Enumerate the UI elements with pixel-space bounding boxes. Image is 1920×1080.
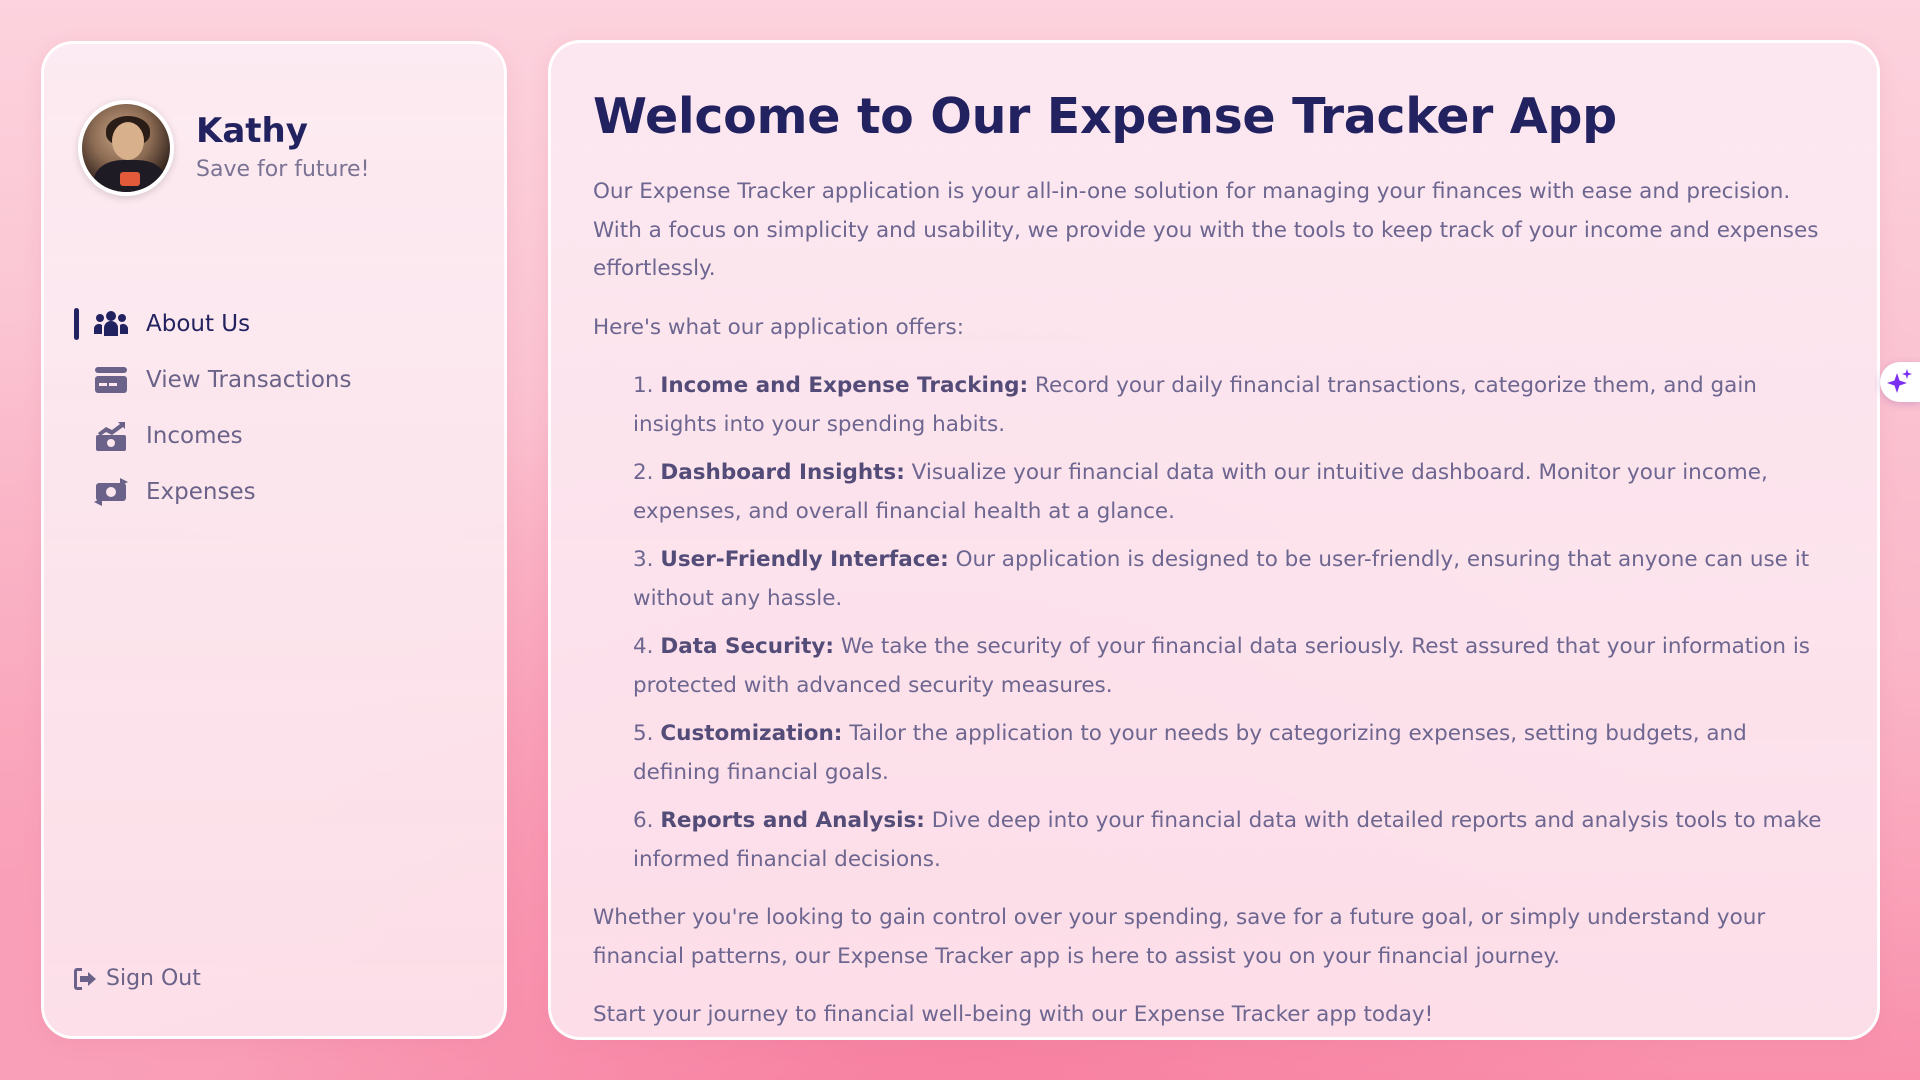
user-name: Kathy <box>196 111 308 151</box>
feature-item: 2. Dashboard Insights: Visualize your fi… <box>633 460 1768 524</box>
cta-paragraph: Start your journey to financial well-bei… <box>593 1002 1434 1027</box>
nav-item-about-us[interactable]: About Us <box>74 296 351 352</box>
feature-item: 5. Customization: Tailor the application… <box>633 721 1747 785</box>
feature-item: 3. User-Friendly Interface: Our applicat… <box>633 547 1810 611</box>
users-icon <box>94 309 128 339</box>
nav-item-label: Incomes <box>146 423 243 449</box>
sign-out-icon <box>74 967 96 990</box>
feature-item: 4. Data Security: We take the security o… <box>633 634 1811 698</box>
nav-item-expenses[interactable]: Expenses <box>74 464 351 520</box>
nav-item-label: About Us <box>146 311 251 337</box>
assistant-button[interactable] <box>1880 362 1920 402</box>
avatar <box>78 100 174 196</box>
sign-out-label: Sign Out <box>106 966 201 991</box>
feature-item: 6. Reports and Analysis: Dive deep into … <box>633 808 1822 872</box>
credit-card-icon <box>94 365 128 395</box>
nav-item-view-transactions[interactable]: View Transactions <box>74 352 351 408</box>
nav-menu: About Us View Transactions Incomes Expen… <box>74 296 351 520</box>
sign-out-button[interactable]: Sign Out <box>74 966 201 991</box>
main-content: Welcome to Our Expense Tracker App Our E… <box>548 40 1880 1040</box>
nav-item-incomes[interactable]: Incomes <box>74 408 351 464</box>
money-bill-transfer-icon <box>94 477 128 507</box>
nav-item-label: Expenses <box>146 479 256 505</box>
offers-heading: Here's what our application offers: <box>593 314 964 340</box>
closing-paragraph: Whether you're looking to gain control o… <box>593 905 1766 969</box>
features-list: 1. Income and Expense Tracking: Record y… <box>593 367 1837 879</box>
money-bill-trend-up-icon <box>94 421 128 451</box>
nav-item-label: View Transactions <box>146 367 352 393</box>
feature-item: 1. Income and Expense Tracking: Record y… <box>633 373 1757 437</box>
intro-paragraph: Our Expense Tracker application is your … <box>593 179 1819 281</box>
user-tagline: Save for future! <box>196 157 370 182</box>
sidebar: Kathy Save for future! About Us View Tra… <box>41 41 507 1039</box>
profile: Kathy Save for future! <box>78 100 369 196</box>
sparkles-icon <box>1887 369 1912 393</box>
page-title: Welcome to Our Expense Tracker App <box>593 88 1617 145</box>
